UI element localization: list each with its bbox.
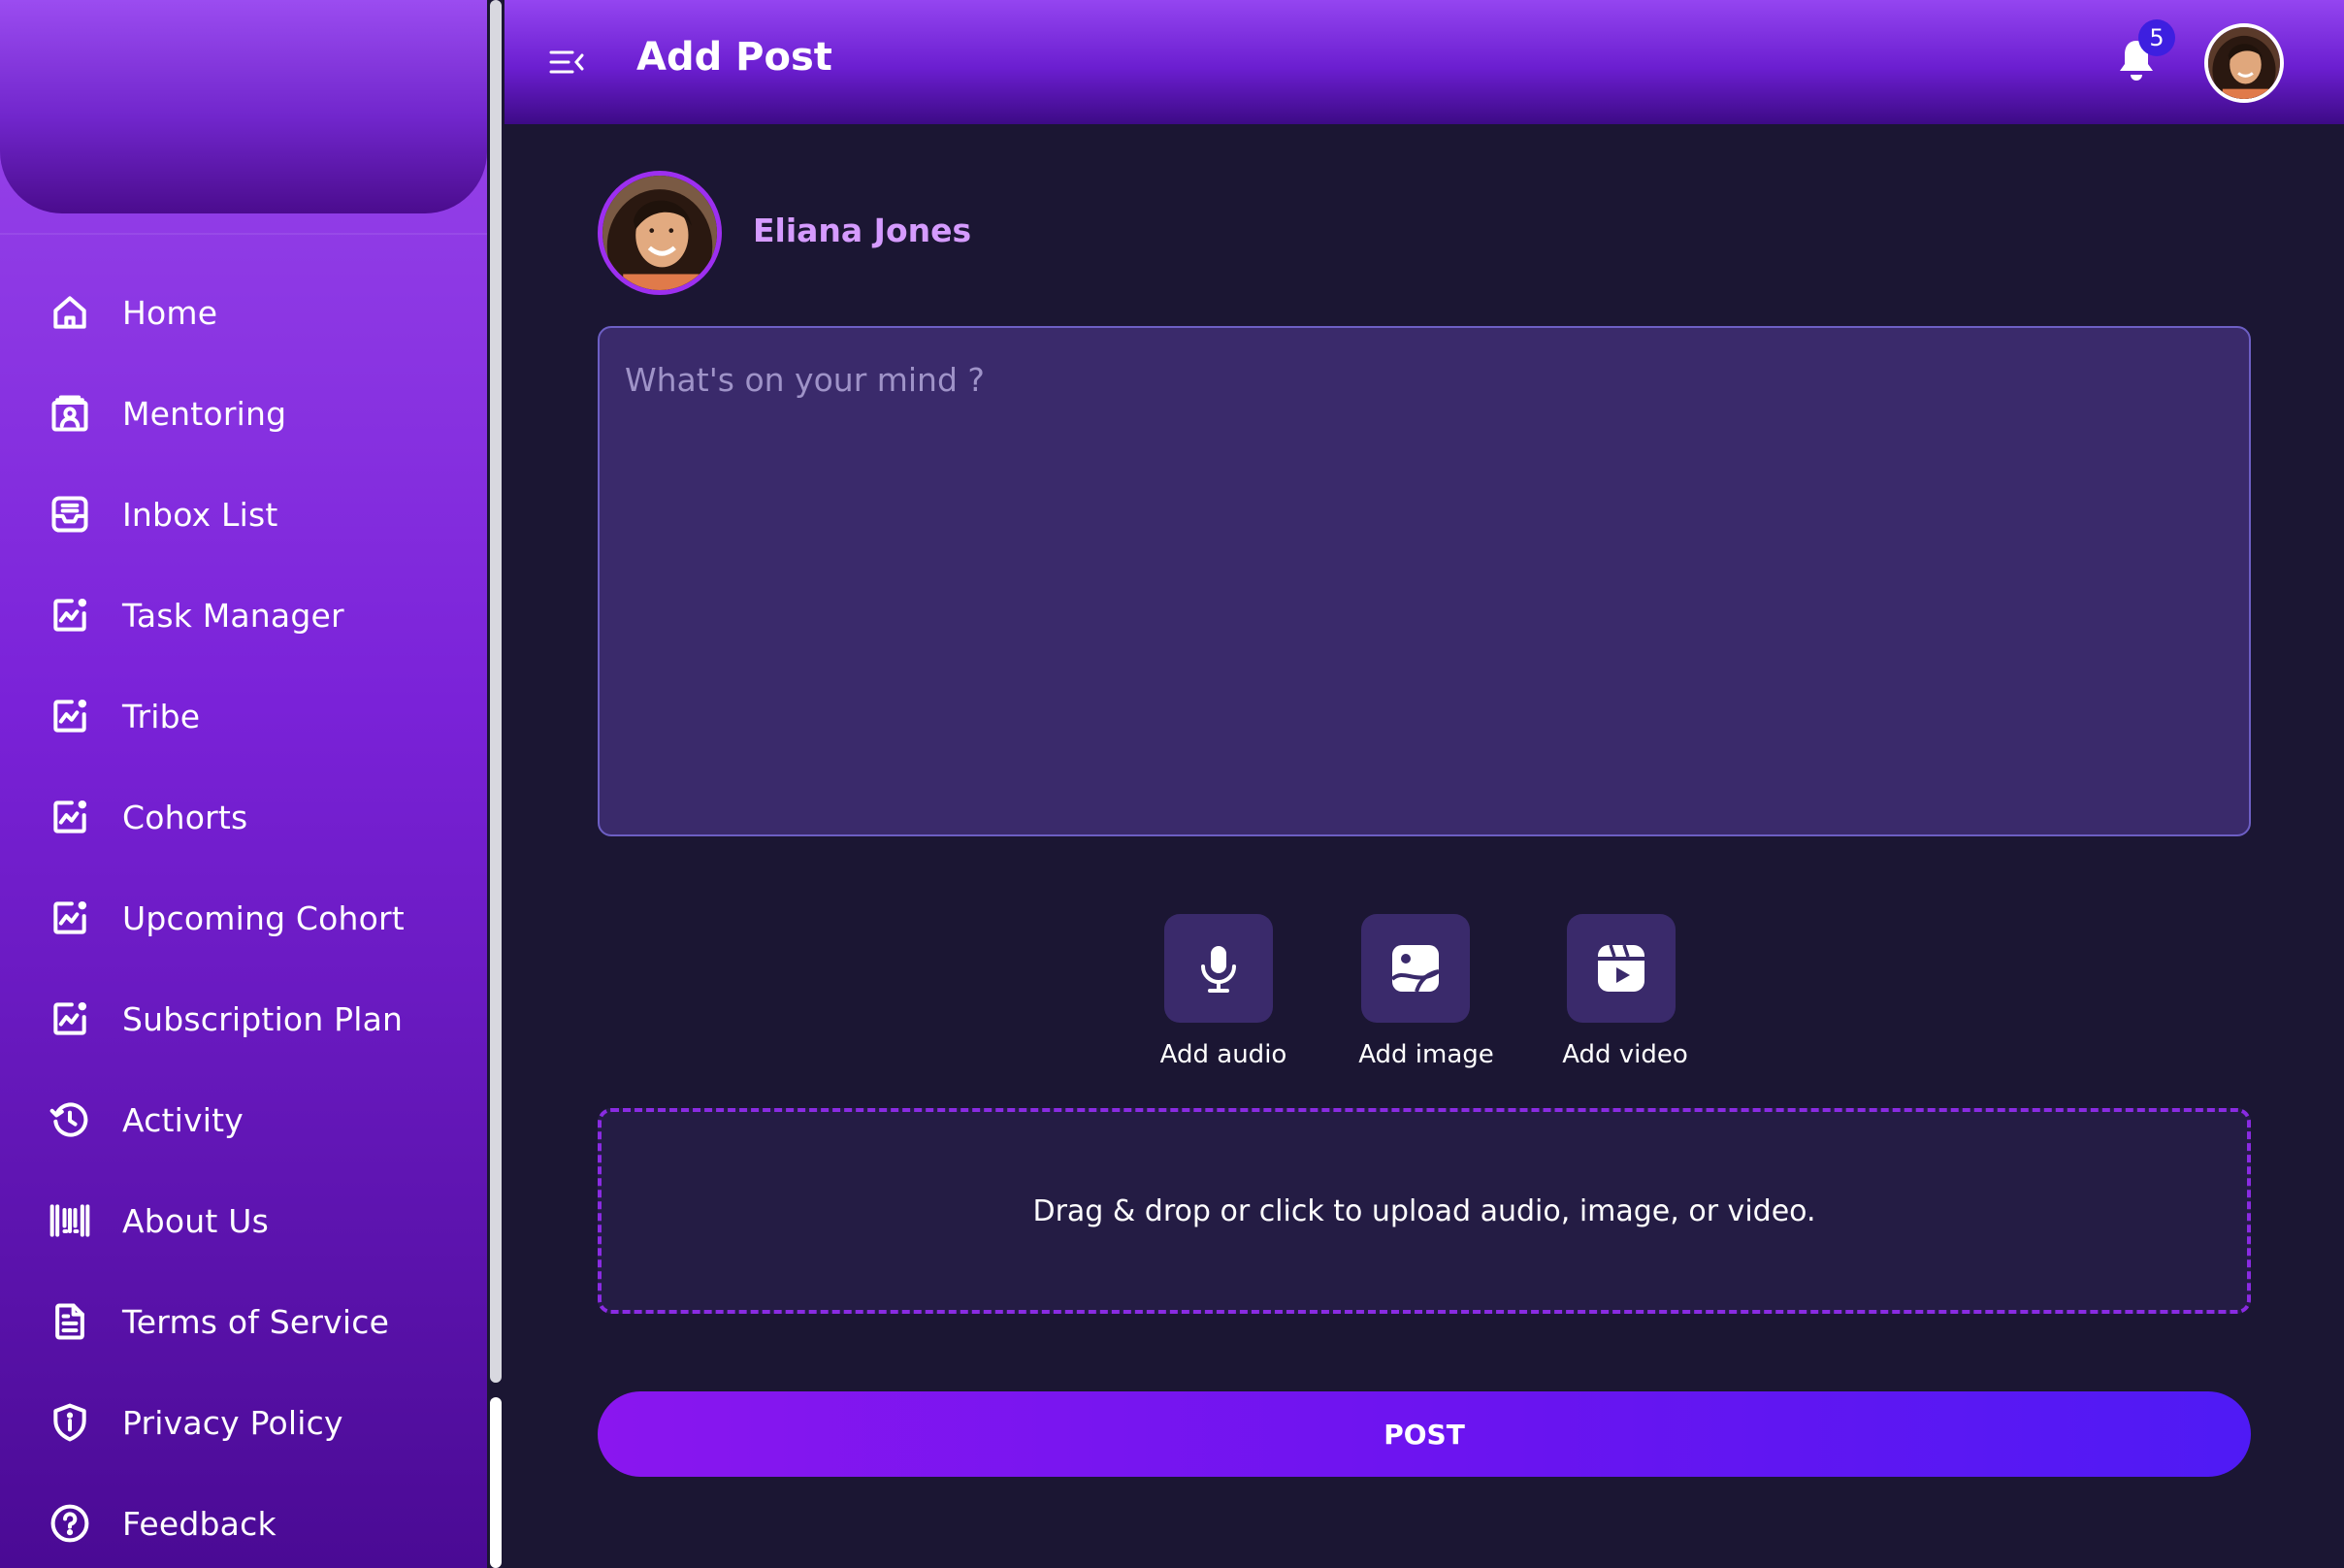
sidebar-item-task-manager[interactable]: Task Manager [0,565,485,666]
sidebar-item-home[interactable]: Home [0,262,485,363]
notification-badge: 5 [2138,19,2175,56]
sidebar-header [0,0,487,213]
sidebar-item-subscription-plan[interactable]: Subscription Plan [0,968,485,1069]
sidebar-scrollbar-thumb[interactable] [490,0,502,1383]
sidebar-scrollbar-thumb-lower[interactable] [490,1397,502,1568]
add-image-label: Add image [1358,1040,1494,1069]
add-video-label: Add video [1562,1040,1688,1069]
sidebar-item-label: Tribe [122,697,201,735]
upload-dropzone[interactable]: Drag & drop or click to upload audio, im… [598,1108,2251,1314]
user-avatar [598,171,722,295]
add-image-button[interactable] [1361,914,1470,1023]
sidebar-item-label: About Us [122,1201,270,1240]
page-title: Add Post [636,35,832,80]
document-icon [47,1298,93,1345]
add-audio-button[interactable] [1164,914,1273,1023]
sidebar-item-tribe[interactable]: Tribe [0,666,485,767]
sidebar-item-inbox-list[interactable]: Inbox List [0,464,485,565]
sidebar-item-label: Activity [122,1100,244,1139]
shield-icon [47,1399,93,1446]
dropzone-text: Drag & drop or click to upload audio, im… [1032,1193,1816,1228]
sidebar-item-label: Privacy Policy [122,1403,343,1442]
mentoring-icon [47,390,93,437]
chart-icon [47,592,93,638]
sidebar-item-about-us[interactable]: About Us [0,1170,485,1271]
sidebar-item-upcoming-cohort[interactable]: Upcoming Cohort [0,867,485,968]
add-audio-label: Add audio [1159,1040,1287,1069]
top-bar: Add Post 5 [505,0,2344,124]
inbox-icon [47,491,93,538]
barcode-icon [47,1197,93,1244]
video-icon [1598,944,1644,992]
user-name: Eliana Jones [753,212,972,249]
add-video-button[interactable] [1567,914,1676,1023]
sidebar-item-activity[interactable]: Activity [0,1069,485,1170]
image-icon [1390,945,1441,993]
sidebar-item-mentoring[interactable]: Mentoring [0,363,485,464]
menu-collapse-icon[interactable] [547,43,586,82]
chart-icon [47,693,93,739]
sidebar-item-label: Upcoming Cohort [122,898,405,937]
chart-icon [47,895,93,941]
chart-icon [47,996,93,1042]
sidebar-item-terms-of-service[interactable]: Terms of Service [0,1271,485,1372]
sidebar-item-privacy-policy[interactable]: Privacy Policy [0,1372,485,1473]
sidebar-item-label: Terms of Service [122,1302,390,1341]
sidebar-item-feedback[interactable]: Feedback [0,1473,485,1568]
history-icon [47,1096,93,1143]
sidebar-divider [0,233,487,235]
chart-icon [47,794,93,840]
sidebar-item-label: Feedback [122,1504,277,1543]
sidebar-item-cohorts[interactable]: Cohorts [0,767,485,867]
help-icon [47,1500,93,1547]
sidebar-item-label: Mentoring [122,394,287,433]
post-text-input[interactable] [598,326,2251,836]
avatar[interactable] [2204,23,2284,103]
microphone-icon [1201,946,1236,993]
sidebar-item-label: Subscription Plan [122,999,404,1038]
post-button[interactable]: POST [598,1391,2251,1477]
sidebar-item-label: Task Manager [122,596,344,635]
sidebar-nav: Home Mentoring Inbox List Task Manager T… [0,262,485,1568]
sidebar-item-label: Inbox List [122,495,278,534]
sidebar: Home Mentoring Inbox List Task Manager T… [0,0,495,1568]
sidebar-item-label: Home [122,293,218,332]
home-icon [47,289,93,336]
sidebar-item-label: Cohorts [122,798,248,836]
